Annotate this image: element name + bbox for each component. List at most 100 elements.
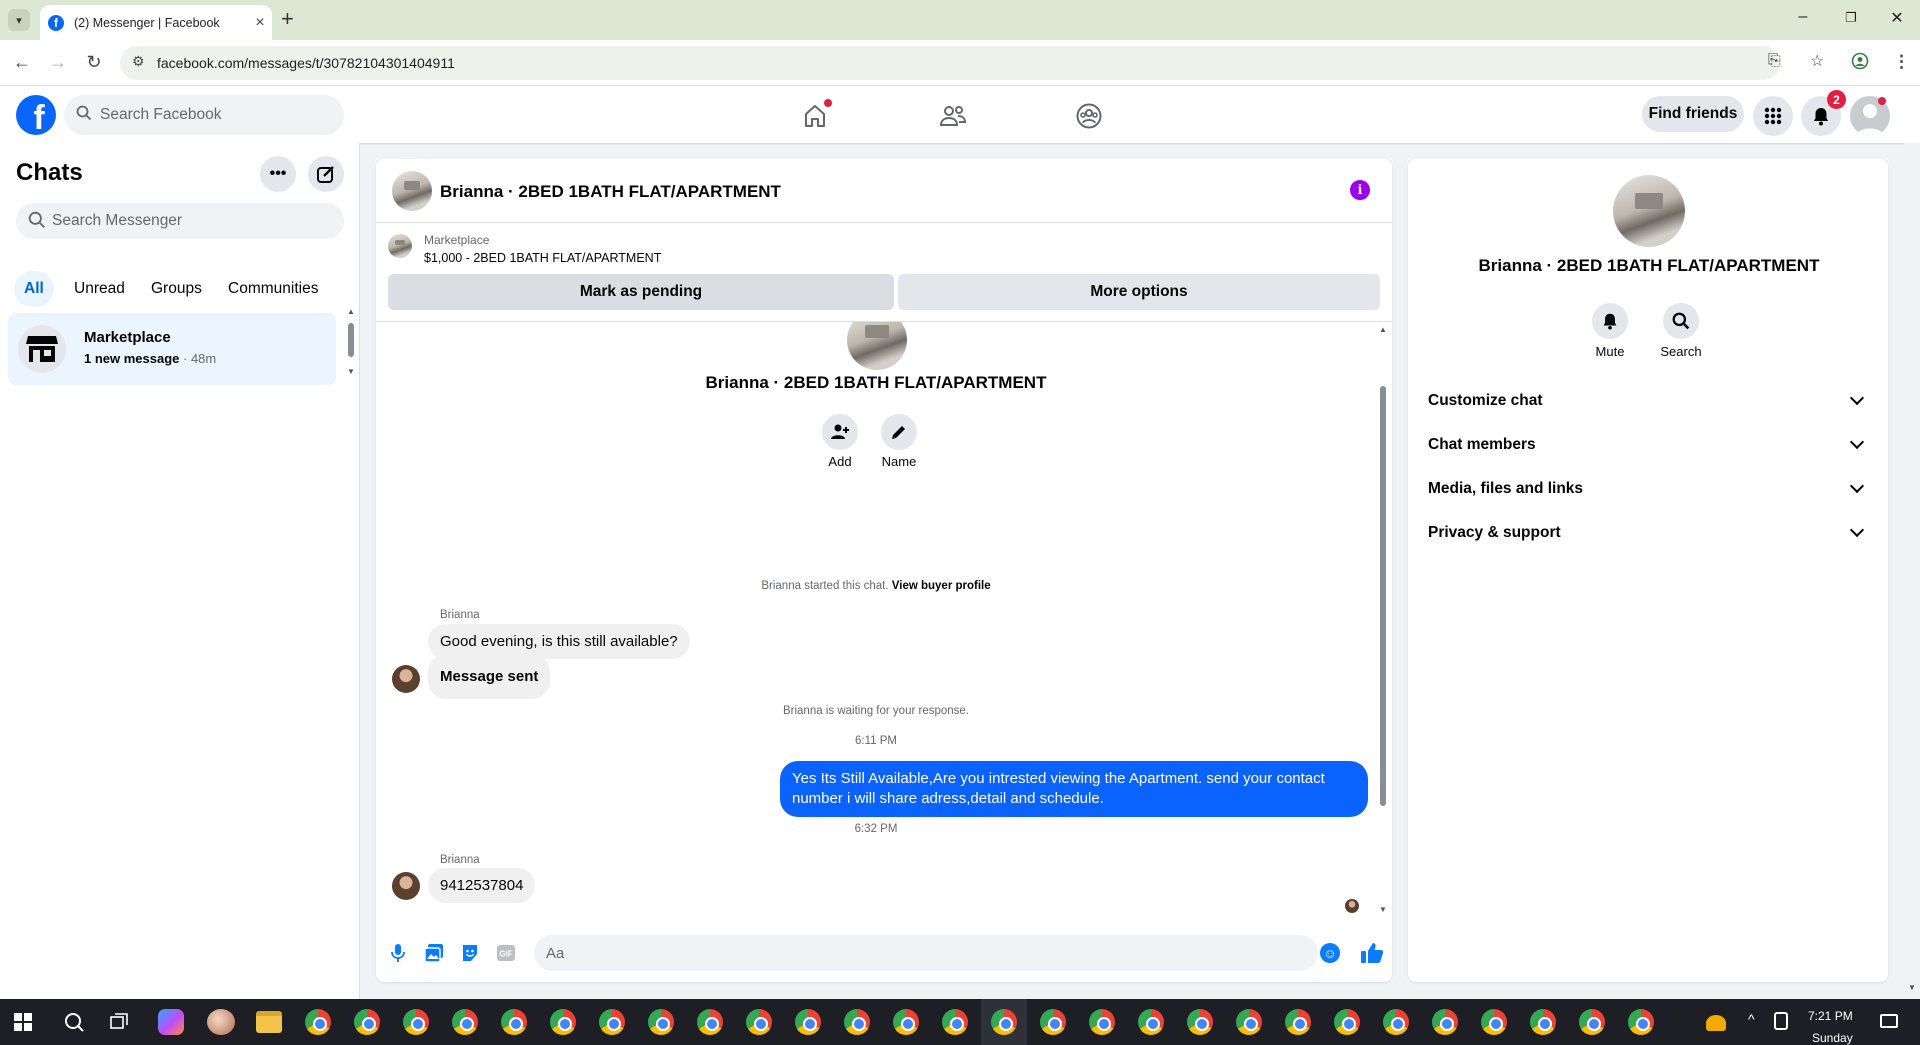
more-options-button[interactable]: More options	[898, 274, 1380, 310]
scroll-up-icon[interactable]: ▲	[347, 307, 355, 316]
back-icon[interactable]: ←	[11, 52, 33, 73]
chrome-window-icon[interactable]	[305, 1009, 331, 1035]
groups-icon[interactable]	[1073, 100, 1105, 132]
task-view-icon[interactable]	[110, 1013, 128, 1036]
filter-tab-groups[interactable]: Groups	[141, 271, 212, 307]
photo-gallery-icon[interactable]	[422, 941, 446, 965]
tab-close-icon[interactable]: ×	[248, 14, 272, 32]
chrome-window-icon[interactable]	[550, 1009, 576, 1035]
chrome-window-icon[interactable]	[1579, 1009, 1605, 1035]
incoming-message[interactable]: Message sent	[428, 654, 551, 699]
search-icon[interactable]	[1663, 303, 1699, 339]
scroll-down-icon[interactable]: ▼	[1379, 905, 1387, 914]
address-bar[interactable]: ⚙ facebook.com/messages/t/30782104301404…	[120, 46, 1824, 80]
url-text[interactable]: facebook.com/messages/t/3078210430140491…	[157, 55, 455, 71]
chrome-window-icon[interactable]	[746, 1009, 772, 1035]
filter-tab-unread[interactable]: Unread	[64, 271, 135, 307]
chrome-window-icon[interactable]	[599, 1009, 625, 1035]
chrome-window-icon[interactable]	[648, 1009, 674, 1035]
chats-scroll-thumb[interactable]	[348, 323, 354, 357]
details-avatar[interactable]	[1613, 175, 1685, 247]
friends-icon[interactable]	[937, 100, 969, 132]
microphone-icon[interactable]	[386, 941, 410, 965]
chrome-window-icon[interactable]	[452, 1009, 478, 1035]
media-files-links-section[interactable]: Media, files and links	[1416, 467, 1880, 511]
minimize-icon[interactable]: –	[1791, 8, 1815, 26]
message-input[interactable]	[534, 935, 1318, 971]
chrome-window-icon[interactable]	[1089, 1009, 1115, 1035]
scroll-down-icon[interactable]: ▼	[347, 367, 355, 376]
messenger-search-input[interactable]: Search Messenger	[16, 203, 344, 239]
chrome-window-icon[interactable]	[1628, 1009, 1654, 1035]
chrome-window-icon[interactable]	[1530, 1009, 1556, 1035]
chrome-window-icon[interactable]	[1138, 1009, 1164, 1035]
chrome-window-icon[interactable]	[1187, 1009, 1213, 1035]
chrome-window-icon[interactable]	[942, 1009, 968, 1035]
chrome-window-icon[interactable]	[1481, 1009, 1507, 1035]
listing-thumbnail[interactable]	[388, 234, 412, 258]
new-message-icon[interactable]	[308, 156, 344, 192]
listing-title[interactable]: $1,000 - 2BED 1BATH FLAT/APARTMENT	[424, 251, 661, 265]
customize-chat-section[interactable]: Customize chat	[1416, 379, 1880, 423]
chrome-window-icon[interactable]	[354, 1009, 380, 1035]
menu-grid-icon[interactable]	[1753, 96, 1793, 136]
sticker-icon[interactable]	[458, 941, 482, 965]
show-hidden-icons[interactable]: ^	[1748, 1011, 1755, 1027]
bookmark-star-icon[interactable]: ☆	[1810, 51, 1824, 71]
new-tab-icon[interactable]: +	[281, 8, 294, 30]
privacy-support-section[interactable]: Privacy & support	[1416, 511, 1880, 555]
file-explorer-icon[interactable]	[256, 1011, 282, 1033]
phone-link-icon[interactable]	[1774, 1012, 1788, 1030]
close-window-icon[interactable]: ✕	[1885, 8, 1909, 28]
thread-scroll-thumb[interactable]	[1380, 386, 1386, 806]
view-buyer-profile-link[interactable]: View buyer profile	[892, 580, 991, 592]
page-scrollbar[interactable]: ▼	[1904, 143, 1920, 999]
filter-tab-all[interactable]: All	[14, 271, 54, 307]
facebook-logo-icon[interactable]: f	[16, 95, 56, 135]
chrome-window-icon[interactable]	[1040, 1009, 1066, 1035]
taskbar-clock-day[interactable]: Sunday	[1812, 1031, 1853, 1045]
reload-icon[interactable]: ↻	[83, 52, 105, 73]
chrome-window-icon[interactable]	[844, 1009, 870, 1035]
chat-members-section[interactable]: Chat members	[1416, 423, 1880, 467]
sender-avatar[interactable]	[392, 872, 420, 900]
mute-bell-icon[interactable]	[1592, 303, 1628, 339]
find-friends-button[interactable]: Find friends	[1642, 96, 1744, 132]
restore-icon[interactable]: ❐	[1839, 10, 1863, 26]
chrome-window-icon[interactable]	[991, 1009, 1017, 1035]
edit-name-pencil-icon[interactable]	[881, 414, 917, 450]
chrome-window-icon[interactable]	[1285, 1009, 1311, 1035]
facebook-search-input[interactable]: Search Facebook	[64, 95, 344, 135]
chrome-window-icon[interactable]	[1236, 1009, 1262, 1035]
windows-start-icon[interactable]	[14, 1013, 32, 1036]
conversation-title[interactable]: Brianna · 2BED 1BATH FLAT/APARTMENT	[440, 182, 781, 202]
gif-icon[interactable]: GIF	[494, 941, 518, 965]
taskbar-clock-time[interactable]: 7:21 PM	[1808, 1009, 1853, 1023]
forward-icon[interactable]: →	[47, 52, 69, 73]
taskbar-search-icon[interactable]	[64, 1012, 84, 1037]
chrome-window-icon[interactable]	[893, 1009, 919, 1035]
notification-center-icon[interactable]	[1880, 1014, 1898, 1028]
chrome-window-icon[interactable]	[795, 1009, 821, 1035]
filter-tab-communities[interactable]: Communities	[218, 271, 328, 307]
outgoing-message[interactable]: Yes Its Still Available,Are you intreste…	[780, 761, 1368, 817]
browser-tab[interactable]: f (2) Messenger | Facebook ×	[40, 5, 272, 40]
conversation-info-icon[interactable]: i	[1350, 180, 1370, 200]
thumbs-up-like-icon[interactable]	[1358, 939, 1386, 967]
scroll-down-icon[interactable]: ▼	[1908, 983, 1916, 992]
site-info-icon[interactable]: ⚙	[132, 53, 145, 70]
add-person-icon[interactable]	[822, 414, 858, 450]
emoji-icon[interactable]: ☺	[1320, 943, 1340, 963]
browser-menu-icon[interactable]: ⋮	[1893, 52, 1910, 72]
weather-icon[interactable]	[1706, 1015, 1726, 1031]
copilot-icon[interactable]	[158, 1009, 184, 1035]
scroll-up-icon[interactable]: ▲	[1379, 325, 1387, 334]
incoming-message[interactable]: 9412537804	[428, 868, 536, 903]
chat-list-item[interactable]: Marketplace 1 new message · 48m	[8, 313, 336, 385]
tab-search-dropdown[interactable]: ▾	[8, 9, 30, 31]
install-app-icon[interactable]: ⎘	[1768, 52, 1781, 70]
chrome-window-icon[interactable]	[1432, 1009, 1458, 1035]
chrome-window-icon[interactable]	[697, 1009, 723, 1035]
chrome-window-icon[interactable]	[1334, 1009, 1360, 1035]
profile-icon[interactable]	[1851, 52, 1869, 75]
